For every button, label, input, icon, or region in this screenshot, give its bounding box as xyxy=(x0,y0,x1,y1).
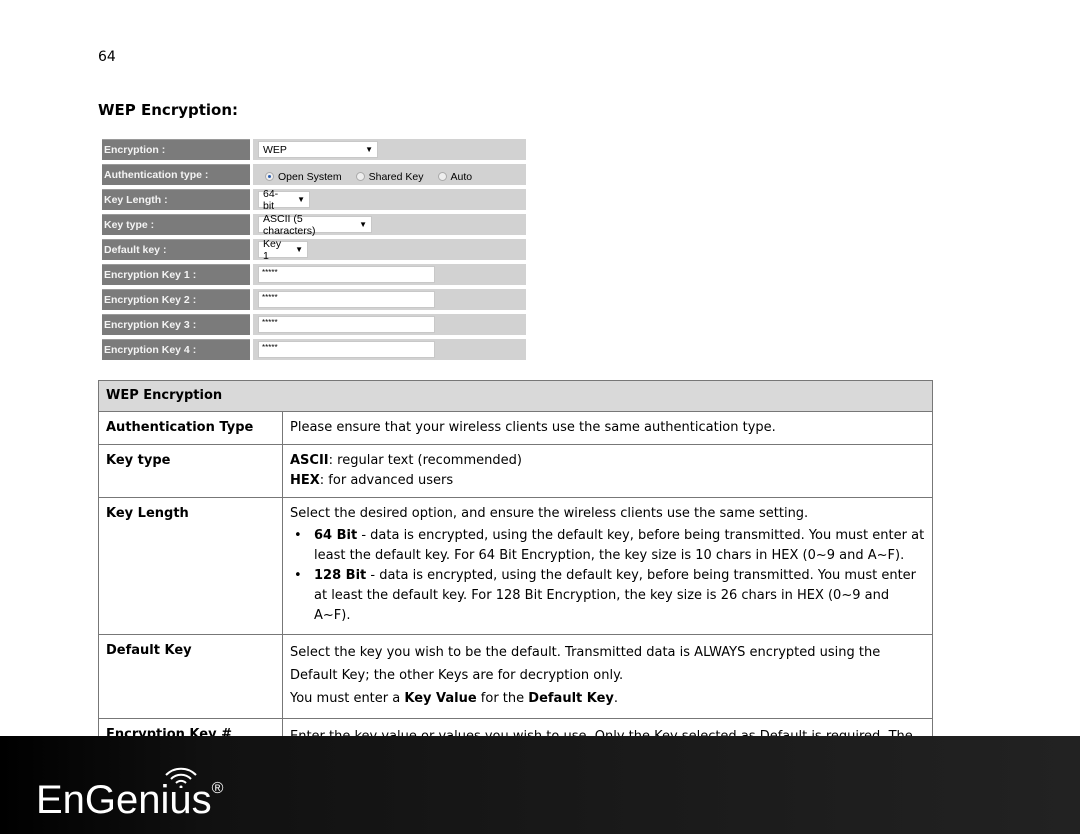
bullet-bold: 64 Bit xyxy=(314,528,358,543)
encryption-select[interactable]: WEP ▼ xyxy=(258,141,378,158)
bullet-text: - data is encrypted, using the default k… xyxy=(314,528,925,563)
ascii-label: ASCII xyxy=(290,453,329,468)
bullet-text: - data is encrypted, using the default k… xyxy=(314,568,917,623)
text: You must enter a xyxy=(290,691,405,706)
wep-description-table: WEP Encryption Authentication Type Please… xyxy=(98,380,933,778)
term: Key Length xyxy=(98,497,283,635)
default-key-label: Default key : xyxy=(102,239,250,260)
hex-desc: : for advanced users xyxy=(319,473,454,488)
term: Authentication Type xyxy=(98,411,283,445)
radio-auto[interactable]: Auto xyxy=(437,167,473,183)
encryption-label: Encryption : xyxy=(102,139,250,160)
chevron-down-icon: ▼ xyxy=(295,245,303,254)
key4-input[interactable]: ***** xyxy=(258,341,435,358)
key2-label: Encryption Key 2 : xyxy=(102,289,250,310)
key1-input[interactable]: ***** xyxy=(258,266,435,283)
section-heading: WEP Encryption: xyxy=(98,101,239,119)
line: Select the key you wish to be the defaul… xyxy=(290,645,881,683)
radio-open-system[interactable]: Open System xyxy=(265,167,342,183)
table-header: WEP Encryption xyxy=(98,380,933,412)
term: Key type xyxy=(98,444,283,498)
radio-icon xyxy=(355,172,365,181)
key1-label: Encryption Key 1 : xyxy=(102,264,250,285)
key4-label: Encryption Key 4 : xyxy=(102,339,250,360)
wep-settings-screenshot: Encryption : WEP ▼ Authentication type : … xyxy=(102,139,526,364)
chevron-down-icon: ▼ xyxy=(359,220,367,229)
key3-label: Encryption Key 3 : xyxy=(102,314,250,335)
text: for the xyxy=(476,691,529,706)
auth-type-label: Authentication type : xyxy=(102,164,250,185)
default-key-select[interactable]: Key 1 ▼ xyxy=(258,238,308,262)
intro: Select the desired option, and ensure th… xyxy=(290,506,809,521)
key-type-select[interactable]: ASCII (5 characters) ▼ xyxy=(258,213,372,237)
chevron-down-icon: ▼ xyxy=(297,195,305,204)
key3-input[interactable]: ***** xyxy=(258,316,435,333)
key-length-value: 64-bit xyxy=(263,187,279,212)
key-length-label: Key Length : xyxy=(102,189,250,210)
radio-icon xyxy=(437,172,447,181)
radio-icon xyxy=(265,172,274,181)
key-type-label: Key type : xyxy=(102,214,250,235)
description: ASCII: regular text (recommended) HEX: fo… xyxy=(282,444,933,498)
list-item: 64 Bit - data is encrypted, using the de… xyxy=(290,526,925,566)
table-row: Key type ASCII: regular text (recommende… xyxy=(98,444,933,498)
description: Select the desired option, and ensure th… xyxy=(282,497,933,635)
encryption-value: WEP xyxy=(263,143,287,156)
table-row: Authentication Type Please ensure that yo… xyxy=(98,411,933,445)
key2-input[interactable]: ***** xyxy=(258,291,435,308)
text: . xyxy=(613,691,619,706)
bold: Key Value xyxy=(404,691,477,706)
table-row: Default Key Select the key you wish to b… xyxy=(98,634,933,719)
list-item: 128 Bit - data is encrypted, using the d… xyxy=(290,566,925,626)
table-row: Key Length Select the desired option, an… xyxy=(98,497,933,635)
logo-text: EnGenius xyxy=(36,778,212,822)
key-type-value: ASCII (5 characters) xyxy=(263,212,316,237)
radio-shared-key[interactable]: Shared Key xyxy=(355,167,424,183)
term: Default Key xyxy=(98,634,283,719)
page-number: 64 xyxy=(98,49,116,65)
radio-label: Auto xyxy=(450,170,473,183)
engenius-logo: EnGenius® xyxy=(36,778,223,823)
radio-label: Open System xyxy=(278,170,342,183)
chevron-down-icon: ▼ xyxy=(365,145,373,154)
radio-label: Shared Key xyxy=(368,170,424,183)
bold: Default Key xyxy=(528,691,614,706)
hex-label: HEX xyxy=(290,473,320,488)
key-length-select[interactable]: 64-bit ▼ xyxy=(258,188,310,212)
default-key-value: Key 1 xyxy=(263,237,282,262)
description: Please ensure that your wireless clients… xyxy=(282,411,933,445)
registered-mark: ® xyxy=(211,780,224,797)
description: Select the key you wish to be the defaul… xyxy=(282,634,933,719)
bullet-bold: 128 Bit xyxy=(314,568,367,583)
ascii-desc: : regular text (recommended) xyxy=(328,453,522,468)
